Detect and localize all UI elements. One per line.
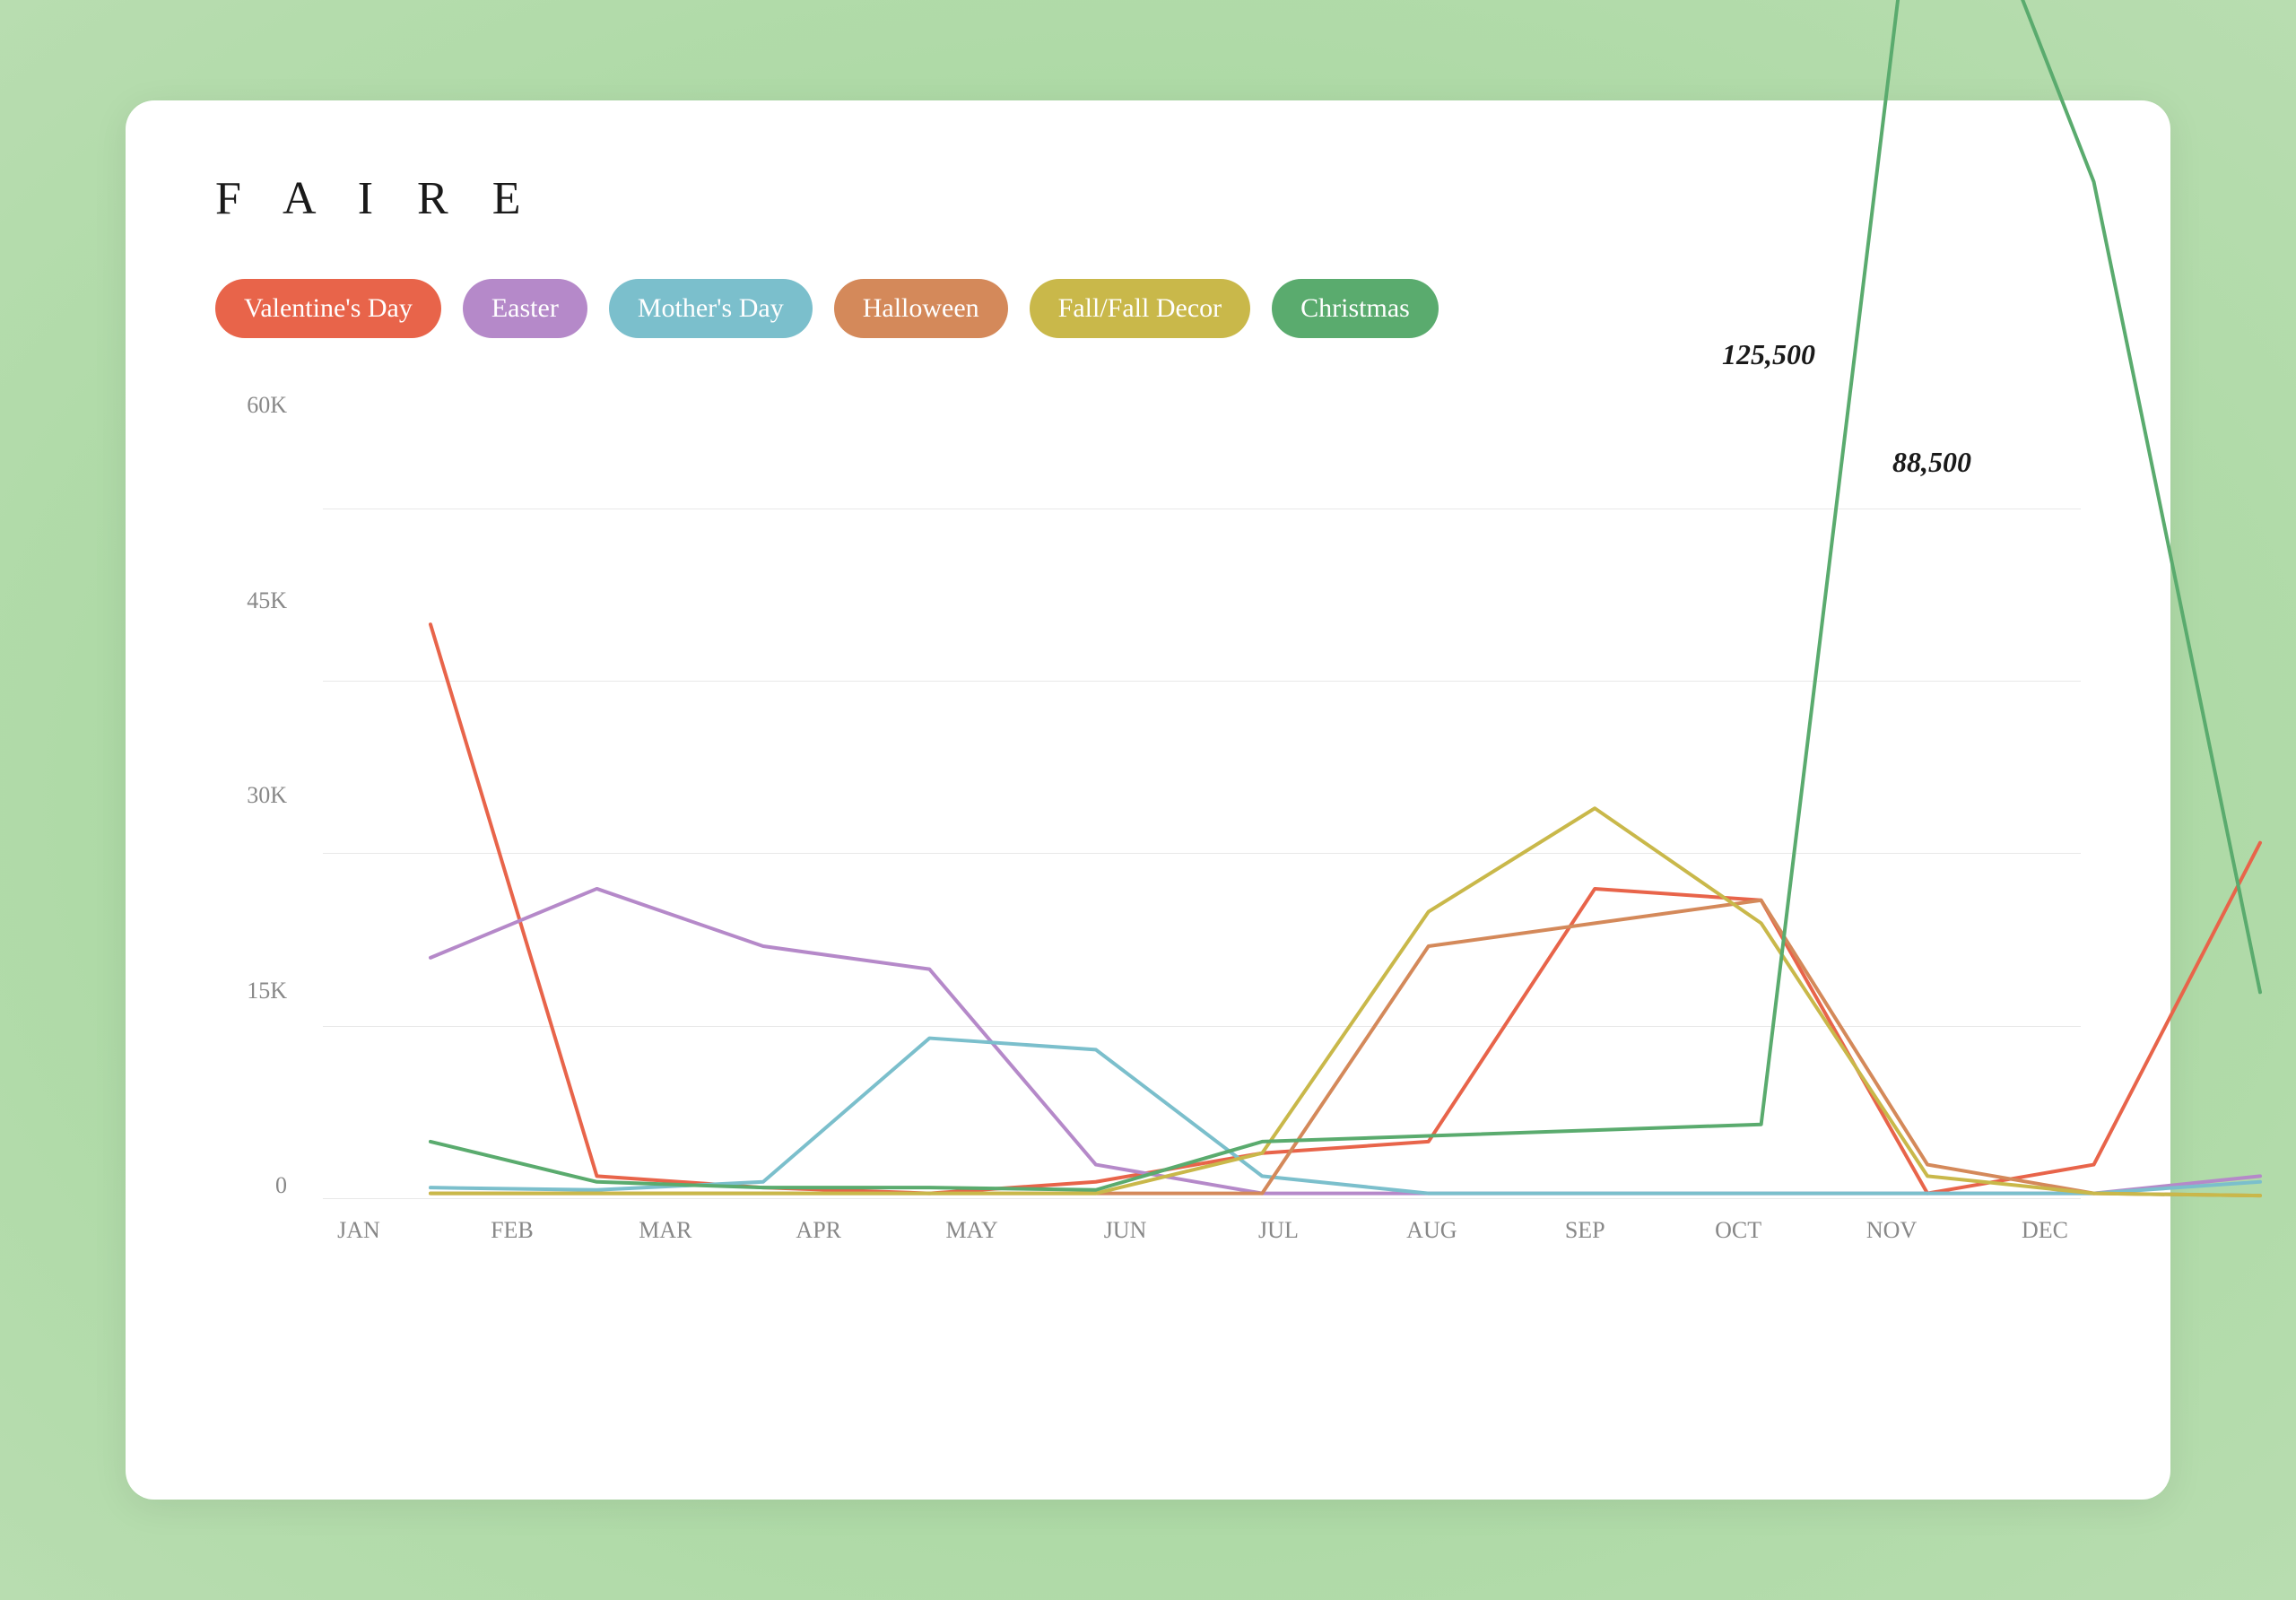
x-label-jul: JUL — [1242, 1217, 1314, 1244]
chart-area: 0 15K 30K 45K 60K JAN FEB MAR APR MAY JU… — [215, 392, 2081, 1378]
y-label-0: 0 — [215, 1172, 305, 1199]
x-label-oct: OCT — [1702, 1217, 1774, 1244]
legend-fall[interactable]: Fall/Fall Decor — [1030, 279, 1250, 338]
x-label-feb: FEB — [476, 1217, 548, 1244]
annotation-nov: 88,500 — [1892, 446, 1971, 479]
x-label-apr: APR — [783, 1217, 855, 1244]
x-label-aug: AUG — [1396, 1217, 1467, 1244]
x-label-jan: JAN — [323, 1217, 395, 1244]
legend-easter[interactable]: Easter — [463, 279, 587, 338]
chart-svg — [430, 392, 2081, 1199]
legend-mothers[interactable]: Mother's Day — [609, 279, 813, 338]
y-label-15k: 15K — [215, 978, 305, 1004]
annotation-oct: 125,500 — [1722, 338, 1815, 371]
legend: Valentine's Day Easter Mother's Day Hall… — [215, 279, 2081, 338]
x-label-may: MAY — [936, 1217, 1008, 1244]
x-label-nov: NOV — [1856, 1217, 1927, 1244]
main-card: F A I R E Valentine's Day Easter Mother'… — [126, 100, 2170, 1500]
y-label-45k: 45K — [215, 587, 305, 614]
x-label-mar: MAR — [630, 1217, 701, 1244]
x-label-sep: SEP — [1549, 1217, 1621, 1244]
legend-halloween[interactable]: Halloween — [834, 279, 1008, 338]
y-axis-labels: 0 15K 30K 45K 60K — [215, 392, 305, 1199]
faire-logo: F A I R E — [215, 172, 2081, 225]
x-label-dec: DEC — [2009, 1217, 2081, 1244]
legend-christmas[interactable]: Christmas — [1272, 279, 1439, 338]
x-axis-labels: JAN FEB MAR APR MAY JUN JUL AUG SEP OCT … — [323, 1217, 2081, 1244]
grid-area — [323, 392, 2081, 1199]
x-label-jun: JUN — [1090, 1217, 1161, 1244]
y-label-60k: 60K — [215, 392, 305, 419]
y-label-30k: 30K — [215, 782, 305, 809]
legend-valentines[interactable]: Valentine's Day — [215, 279, 441, 338]
